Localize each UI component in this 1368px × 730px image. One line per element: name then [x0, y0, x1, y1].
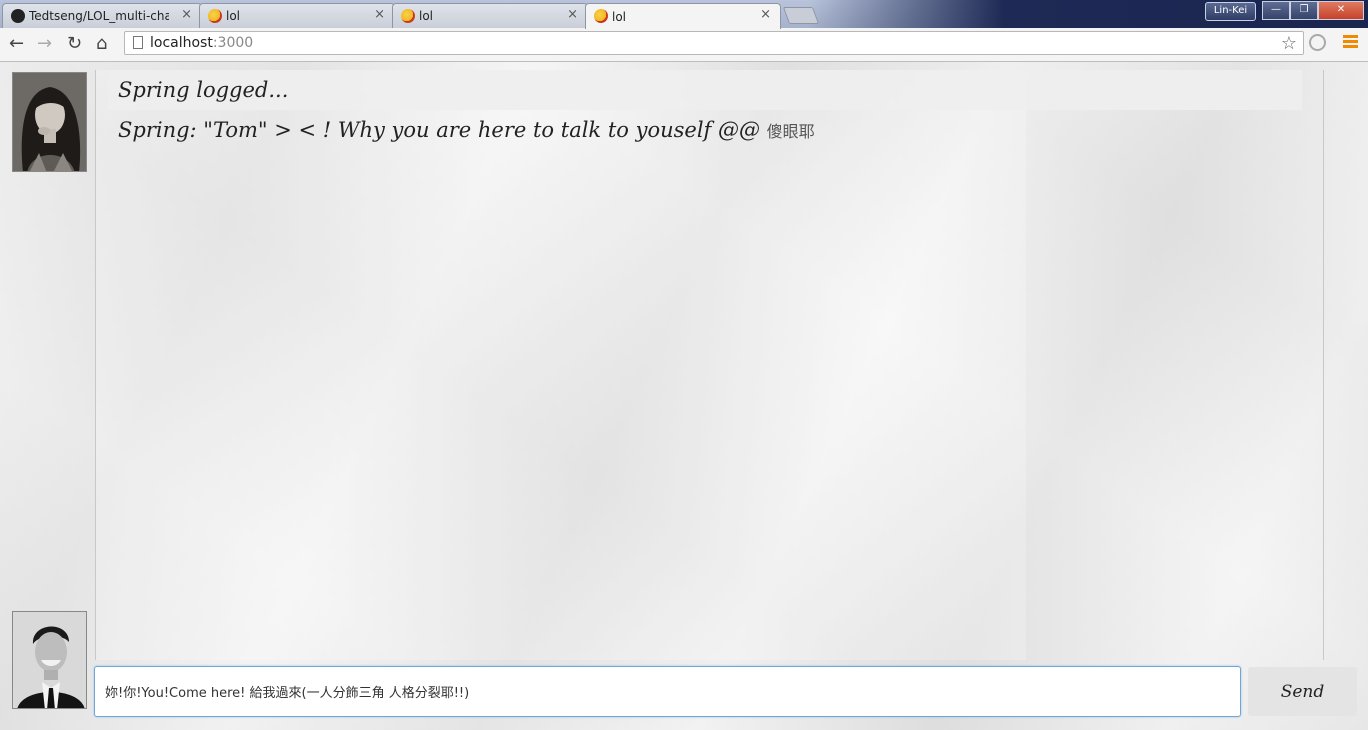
- extension-icon[interactable]: [1309, 34, 1326, 51]
- tab-title: lol: [612, 9, 627, 24]
- chat-log-panel: Spring logged... Spring: "Tom" > < ! Why…: [95, 70, 1324, 660]
- chat-message-cjk: 傻眼耶: [766, 122, 815, 141]
- tab-title: Tedtseng/LOL_multi-chat-: [29, 9, 169, 23]
- message-input-wrapper: [94, 666, 1241, 717]
- window-controls: — ❐ ✕: [1262, 1, 1364, 20]
- url-text: localhost:3000: [150, 35, 253, 51]
- avatar-tom: [12, 611, 87, 709]
- lol-favicon-icon: [208, 9, 222, 23]
- avatar-spring: [12, 72, 87, 172]
- close-window-button[interactable]: ✕: [1318, 1, 1364, 20]
- menu-icon[interactable]: [1343, 35, 1358, 50]
- page-icon: [133, 36, 143, 49]
- chat-log-backdrop: [96, 70, 1026, 660]
- url-port: :3000: [212, 35, 254, 51]
- back-icon[interactable]: ←: [9, 33, 24, 54]
- chat-message: Spring: "Tom" > < ! Why you are here to …: [108, 110, 1323, 150]
- github-icon: [11, 9, 25, 23]
- message-input[interactable]: [95, 667, 1240, 716]
- close-icon[interactable]: ×: [374, 7, 385, 22]
- forward-icon[interactable]: →: [37, 33, 52, 54]
- send-button[interactable]: Send: [1248, 667, 1357, 716]
- close-icon[interactable]: ×: [181, 7, 192, 22]
- new-tab-button[interactable]: [782, 7, 820, 24]
- bookmark-star-icon[interactable]: ☆: [1281, 33, 1297, 54]
- tab-title: lol: [226, 9, 241, 23]
- chat-page: Spring logged... Spring: "Tom" > < ! Why…: [0, 62, 1368, 730]
- tab-lol-2[interactable]: lol ×: [392, 3, 588, 28]
- close-icon[interactable]: ×: [760, 7, 771, 22]
- home-icon[interactable]: ⌂: [96, 33, 107, 54]
- chat-message-text: Spring: "Tom" > < ! Why you are here to …: [118, 118, 767, 142]
- avatar-spring-image: [13, 73, 86, 171]
- browser-toolbar: ← → ↻ ⌂ localhost:3000 ☆: [0, 28, 1368, 62]
- minimize-button[interactable]: —: [1262, 1, 1290, 20]
- avatar-tom-image: [13, 612, 86, 708]
- reload-icon[interactable]: ↻: [67, 33, 82, 54]
- browser-titlebar: Tedtseng/LOL_multi-chat- × lol × lol × l…: [0, 0, 1368, 29]
- url-host: localhost: [150, 35, 213, 51]
- tab-lol-active[interactable]: lol ×: [585, 3, 781, 29]
- address-bar[interactable]: localhost:3000 ☆: [124, 31, 1304, 55]
- lol-favicon-icon: [401, 9, 415, 23]
- user-profile-badge[interactable]: Lin-Kei: [1205, 2, 1256, 21]
- maximize-button[interactable]: ❐: [1290, 1, 1318, 20]
- close-icon[interactable]: ×: [567, 7, 578, 22]
- lol-favicon-icon: [594, 9, 608, 23]
- system-message: Spring logged...: [108, 70, 1302, 110]
- tab-title: lol: [419, 9, 434, 23]
- tab-lol-1[interactable]: lol ×: [199, 3, 395, 28]
- tab-github[interactable]: Tedtseng/LOL_multi-chat- ×: [2, 3, 202, 28]
